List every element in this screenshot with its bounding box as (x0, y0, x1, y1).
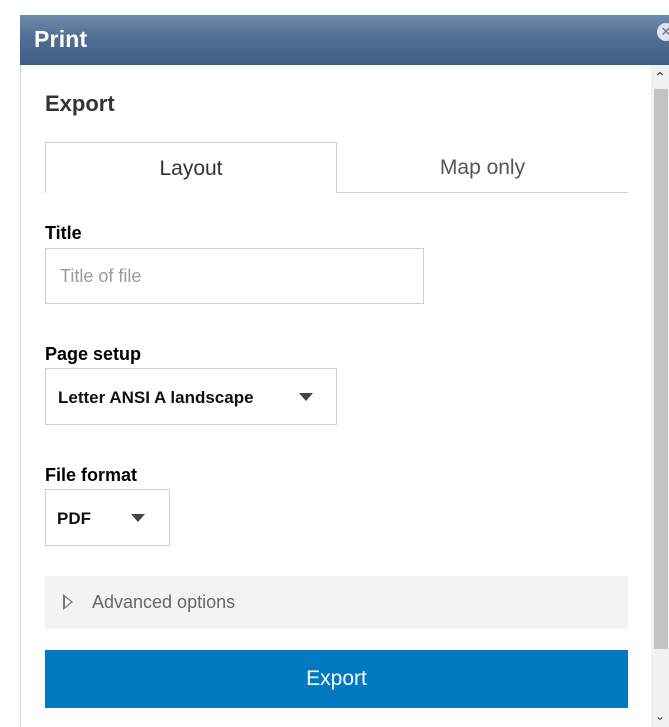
title-bar[interactable]: Print ✕ (20, 15, 669, 65)
advanced-options-toggle[interactable]: Advanced options (45, 576, 628, 629)
file-format-value: PDF (57, 509, 91, 528)
print-panel-content: Export Layout Map only Title Page setup … (20, 65, 649, 727)
vertical-scrollbar[interactable]: ⌃ ⌄ (651, 65, 669, 727)
page-setup-label: Page setup (45, 344, 142, 364)
advanced-options-label: Advanced options (92, 592, 236, 612)
chevron-down-icon (299, 393, 313, 401)
title-input[interactable] (45, 248, 424, 304)
print-window: Print ✕ Export Layout Map only Title Pag… (0, 0, 669, 727)
tab-layout[interactable]: Layout (45, 142, 337, 193)
page-setup-value: Letter ANSI A landscape (58, 388, 254, 407)
chevron-down-icon (131, 514, 145, 522)
chevron-down-icon[interactable]: ⌄ (651, 705, 669, 727)
close-icon[interactable]: ✕ (657, 23, 669, 41)
print-mode-tabs: Layout Map only (45, 142, 628, 193)
scrollbar-thumb[interactable] (654, 89, 668, 649)
export-heading: Export (45, 91, 115, 116)
file-format-label: File format (45, 465, 138, 485)
triangle-right-icon (63, 594, 73, 610)
export-button[interactable]: Export (45, 650, 628, 708)
title-field-label: Title (45, 223, 82, 243)
file-format-select[interactable]: PDF (45, 489, 170, 546)
page-setup-select[interactable]: Letter ANSI A landscape (45, 368, 337, 425)
chevron-up-icon[interactable]: ⌃ (651, 65, 669, 89)
tab-map-only[interactable]: Map only (337, 142, 628, 193)
window-title: Print (34, 26, 88, 52)
